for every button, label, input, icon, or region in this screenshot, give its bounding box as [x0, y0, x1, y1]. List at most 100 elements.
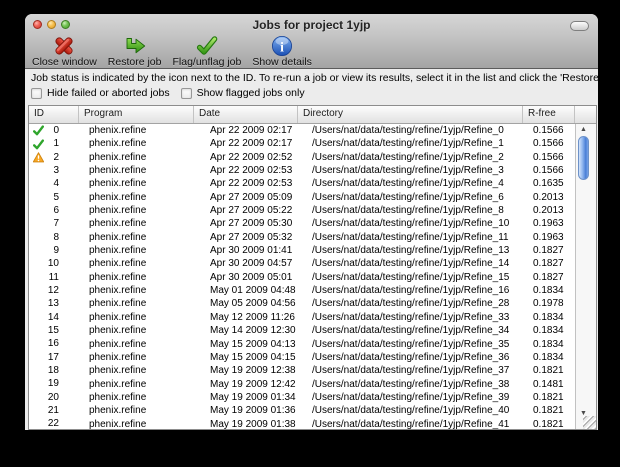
job-program: phenix.refine	[89, 365, 147, 377]
table-row[interactable]: 8 phenix.refine Apr 27 2009 05:32 /Users…	[29, 231, 575, 244]
table-row[interactable]: 15 phenix.refine May 14 2009 12:30 /User…	[29, 324, 575, 337]
column-header-date[interactable]: Date	[194, 106, 298, 123]
job-program: phenix.refine	[89, 325, 147, 337]
job-directory: /Users/nat/data/testing/refine/1yjp/Refi…	[312, 125, 504, 136]
job-date: May 12 2009 11:26	[210, 311, 295, 323]
resize-grip[interactable]	[583, 416, 596, 429]
table-row[interactable]: 14 phenix.refine May 12 2009 11:26 /User…	[29, 311, 575, 324]
table-row[interactable]: 10 phenix.refine Apr 30 2009 04:57 /User…	[29, 257, 575, 270]
job-directory: /Users/nat/data/testing/refine/1yjp/Refi…	[312, 178, 504, 190]
hide-failed-label: Hide failed or aborted jobs	[47, 87, 170, 99]
restore-job-button[interactable]: Restore job	[106, 35, 164, 68]
job-program: phenix.refine	[89, 258, 147, 270]
warning-triangle-icon	[32, 152, 44, 163]
hide-failed-checkbox[interactable]	[31, 87, 42, 99]
table-row[interactable]: 21 phenix.refine May 19 2009 01:36 /User…	[29, 404, 575, 417]
vertical-scrollbar[interactable]: ▲ ▼	[575, 124, 596, 429]
toolbar-label: Show details	[252, 56, 312, 68]
cell-id: 0	[29, 124, 79, 137]
table-row[interactable]: 1 phenix.refine Apr 22 2009 02:17 /Users…	[29, 137, 575, 150]
job-program: phenix.refine	[89, 271, 147, 283]
job-directory: /Users/nat/data/testing/refine/1yjp/Refi…	[312, 405, 510, 417]
cell-id: 6	[29, 204, 79, 217]
job-id: 5	[53, 191, 59, 203]
cell-id: 9	[29, 244, 79, 257]
status-icon-slot	[32, 259, 44, 270]
table-row[interactable]: 17 phenix.refine May 15 2009 04:15 /User…	[29, 351, 575, 364]
column-header-id[interactable]: ID	[29, 106, 79, 123]
status-icon-slot	[32, 179, 44, 190]
job-directory: /Users/nat/data/testing/refine/1yjp/Refi…	[312, 338, 510, 350]
cell-id: 19	[29, 378, 79, 391]
cell-id: 10	[29, 257, 79, 270]
table-row[interactable]: 12 phenix.refine May 01 2009 04:48 /User…	[29, 284, 575, 297]
desktop: { "window": { "title": "Jobs for project…	[0, 0, 620, 467]
job-rfree: 0.1481	[533, 378, 564, 390]
job-rfree: 0.1827	[533, 258, 564, 270]
scroll-up-icon[interactable]: ▲	[576, 126, 591, 134]
job-rfree: 0.1566	[533, 151, 564, 163]
job-rfree: 0.1821	[533, 405, 564, 417]
show-flagged-filter: Show flagged jobs only	[180, 87, 305, 99]
jobs-window: Jobs for project 1yjp Close window Resto…	[25, 14, 598, 430]
job-id: 9	[53, 245, 59, 257]
job-program: phenix.refine	[89, 298, 147, 310]
close-window-icon[interactable]	[33, 20, 42, 29]
show-flagged-checkbox[interactable]	[180, 87, 192, 99]
job-date: Apr 22 2009 02:17	[210, 125, 293, 136]
toolbar-label: Restore job	[107, 56, 162, 68]
show-details-button[interactable]: i Show details	[250, 35, 314, 68]
close-x-icon	[55, 37, 73, 55]
job-id: 2	[53, 151, 59, 163]
job-directory: /Users/nat/data/testing/refine/1yjp/Refi…	[312, 351, 510, 363]
column-header-directory[interactable]: Directory	[298, 106, 523, 123]
svg-text:i: i	[280, 40, 284, 55]
table-row[interactable]: 16 phenix.refine May 15 2009 04:13 /User…	[29, 338, 575, 351]
table-row[interactable]: 7 phenix.refine Apr 27 2009 05:30 /Users…	[29, 217, 575, 230]
job-date: May 19 2009 01:38	[210, 418, 296, 429]
table-row[interactable]: 0 phenix.refine Apr 22 2009 02:17 /Users…	[29, 124, 575, 137]
table-row[interactable]: 13 phenix.refine May 05 2009 04:56 /User…	[29, 297, 575, 310]
scrollbar-thumb[interactable]	[578, 136, 589, 180]
job-directory: /Users/nat/data/testing/refine/1yjp/Refi…	[312, 285, 510, 297]
status-icon-slot	[32, 392, 44, 403]
job-id: 22	[47, 418, 59, 429]
table-row[interactable]: 4 phenix.refine Apr 22 2009 02:53 /Users…	[29, 177, 575, 190]
job-rfree: 0.1834	[533, 325, 564, 337]
table-row[interactable]: 9 phenix.refine Apr 30 2009 01:41 /Users…	[29, 244, 575, 257]
status-icon-slot	[32, 365, 44, 376]
job-program: phenix.refine	[89, 218, 147, 230]
table-row[interactable]: 20 phenix.refine May 19 2009 01:34 /User…	[29, 391, 575, 404]
job-program: phenix.refine	[89, 231, 147, 243]
column-header-filler	[575, 106, 596, 123]
job-date: Apr 30 2009 05:01	[210, 271, 293, 283]
close-window-button[interactable]: Close window	[30, 35, 99, 68]
toolbar: Close window Restore job Flag/unflag job…	[30, 35, 314, 68]
cell-id: 21	[29, 404, 79, 417]
column-header-program[interactable]: Program	[79, 106, 194, 123]
table-row[interactable]: 3 phenix.refine Apr 22 2009 02:53 /Users…	[29, 164, 575, 177]
table-row[interactable]: 6 phenix.refine Apr 27 2009 05:22 /Users…	[29, 204, 575, 217]
table-row[interactable]: 5 phenix.refine Apr 27 2009 05:09 /Users…	[29, 191, 575, 204]
table-row[interactable]: 18 phenix.refine May 19 2009 12:38 /User…	[29, 364, 575, 377]
table-row[interactable]: 19 phenix.refine May 19 2009 12:42 /User…	[29, 378, 575, 391]
zoom-window-icon[interactable]	[61, 20, 70, 29]
job-program: phenix.refine	[89, 418, 147, 429]
job-date: Apr 22 2009 02:17	[210, 138, 293, 150]
status-icon-slot	[32, 325, 44, 336]
table-row[interactable]: 11 phenix.refine Apr 30 2009 05:01 /User…	[29, 271, 575, 284]
job-id: 7	[53, 218, 59, 230]
table-row[interactable]: 2 phenix.refine Apr 22 2009 02:52 /Users…	[29, 151, 575, 164]
flag-unflag-job-button[interactable]: Flag/unflag job	[170, 35, 243, 68]
minimize-window-icon[interactable]	[47, 20, 56, 29]
job-program: phenix.refine	[89, 311, 147, 323]
success-check-icon	[32, 138, 44, 149]
column-header-rfree[interactable]: R-free	[523, 106, 575, 123]
job-id: 18	[47, 365, 59, 377]
job-program: phenix.refine	[89, 391, 147, 403]
job-id: 13	[47, 298, 59, 310]
job-program: phenix.refine	[89, 405, 147, 417]
toolbar-toggle-icon[interactable]	[570, 21, 589, 31]
job-rfree: 0.1566	[533, 138, 564, 150]
table-row[interactable]: 22 phenix.refine May 19 2009 01:38 /User…	[29, 418, 575, 429]
